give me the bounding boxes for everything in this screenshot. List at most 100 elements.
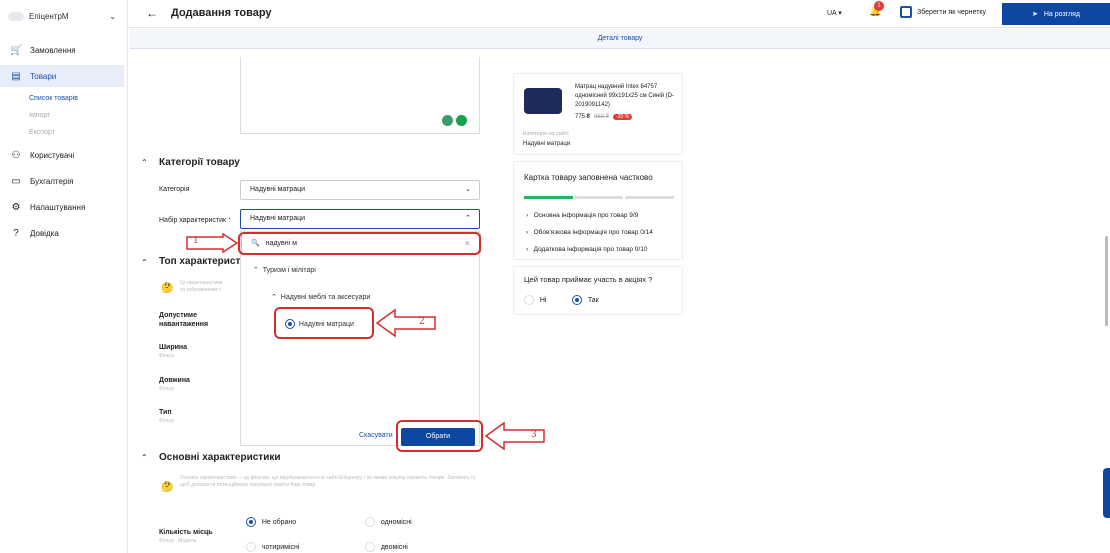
collapse-icon[interactable]: ⌃ [141, 453, 148, 462]
info-emoji-icon: 🤔 [161, 482, 174, 493]
radio-unselected[interactable] [365, 542, 375, 552]
brand-switcher[interactable]: ЕпіцентрМ ⌄ [8, 8, 128, 24]
width-label: Ширина [159, 344, 188, 351]
option-four[interactable]: чотиримісні [246, 542, 299, 552]
radio-unselected[interactable] [524, 295, 534, 305]
product-preview-card: Матрац надувний Intex 64757 одномісний 9… [513, 73, 683, 155]
sidebar-item-products[interactable]: ▤ Товари [0, 65, 124, 87]
width-hint: Фільтр [159, 353, 175, 359]
back-arrow-icon[interactable]: ← [146, 6, 158, 20]
chat-widget[interactable] [1103, 468, 1110, 518]
set-value: Надувні матраци [250, 215, 306, 222]
accordion-basic-info[interactable]: › Основна інформація про товар 9/9 [526, 212, 638, 219]
tree-node-level2[interactable]: ⌃ Надувні меблі та аксесуари [271, 293, 370, 301]
info-emoji-icon: 🤔 [161, 283, 174, 294]
sidebar-item-label: Замовлення [30, 45, 76, 55]
scrollbar-thumb[interactable] [1105, 236, 1108, 326]
load-label: Допустиме навантаження [159, 312, 209, 328]
option-label: двомісні [380, 543, 408, 551]
submit-review-button[interactable]: ➤ На розгляд [1002, 3, 1110, 25]
option-not-selected[interactable]: Не обрано [246, 517, 296, 527]
sidebar-item-label: Налаштування [30, 202, 86, 212]
radio-unselected[interactable] [365, 517, 375, 527]
promo-question: Цей товар приймає участь в акціях ? [524, 275, 653, 284]
option-single[interactable]: одномісні [365, 517, 412, 527]
site-category-label: Категорія на сайті [523, 131, 569, 137]
site-category-value: Надувні матраци [523, 141, 571, 147]
grammarly-icon[interactable] [456, 115, 467, 126]
option-label: чотиримісні [261, 543, 300, 551]
tab-product-details[interactable]: Деталі товару [130, 29, 1110, 49]
category-select[interactable]: Надувні матраци ⌄ [240, 180, 480, 200]
annotation-number-3: 3 [531, 430, 537, 440]
tree-node-level1[interactable]: ⌃ Туризм і мілітарі [253, 266, 316, 274]
page-title: Додавання товару [171, 7, 272, 19]
product-old-price: 969 ₴ [594, 114, 610, 120]
option-label: Так [587, 296, 599, 304]
sidebar: ЕпіцентрМ ⌄ 🛒 Замовлення ▤ Товари Список т… [0, 0, 128, 553]
sidebar-item-label: Користувачі [30, 150, 75, 160]
option-label: Не обрано [261, 518, 297, 526]
cancel-button[interactable]: Скасувати [359, 432, 393, 439]
description-textarea[interactable] [240, 57, 480, 134]
option-double[interactable]: двомісні [365, 542, 408, 552]
product-price-row: 775 ₴ 969 ₴ -20 % [575, 114, 633, 120]
promo-option-yes[interactable]: Так [572, 295, 599, 305]
notifications-bell-icon[interactable]: 🔔 1 [869, 1, 884, 17]
completeness-card: Картка товару заповнена частково › Основ… [513, 161, 683, 260]
annotation-box-search [238, 232, 481, 255]
accordion-extra-info[interactable]: › Додаткова інформація про товар 0/10 [526, 246, 647, 253]
collapse-icon[interactable]: ⌃ [141, 158, 148, 167]
accordion-required-info[interactable]: › Обов'язкова інформація про товар 0/14 [526, 229, 653, 236]
radio-selected[interactable] [246, 517, 256, 527]
sidebar-item-label: Довідка [30, 228, 59, 238]
characteristics-set-select[interactable]: Надувні матраци ⌃ [240, 209, 480, 229]
chevron-down-icon: ⌄ [109, 11, 116, 21]
product-price: 775 ₴ [575, 114, 591, 120]
category-label: Категорія [159, 186, 190, 193]
chevron-down-icon: ⌄ [465, 186, 471, 193]
discount-badge: -20 % [613, 114, 633, 120]
promo-option-no[interactable]: Ні [524, 295, 546, 305]
sidebar-sub-export[interactable]: Експорт [29, 129, 55, 136]
type-label: Тип [159, 409, 172, 416]
product-image [524, 88, 562, 114]
sidebar-sub-list[interactable]: Список товарів [29, 95, 78, 102]
sidebar-item-settings[interactable]: ⚙ Налаштування [0, 196, 124, 218]
section-title-basic-characteristics: Основні характеристики [159, 452, 281, 463]
sidebar-item-orders[interactable]: 🛒 Замовлення [0, 39, 124, 61]
category-value: Надувні матраци [250, 186, 306, 193]
accordion-label: Додаткова інформація про товар 0/10 [533, 246, 648, 253]
save-draft-button[interactable]: Зберегти як чернетку [900, 6, 986, 18]
language-select[interactable]: UA ▾ [827, 9, 842, 17]
sidebar-item-help[interactable]: ? Довідка [0, 222, 124, 244]
chevron-up-icon: ⌃ [465, 215, 471, 222]
tree-node-label: Надувні меблі та аксесуари [280, 294, 371, 301]
send-icon: ➤ [1031, 11, 1038, 18]
location-icon [442, 115, 453, 126]
product-name: Матрац надувний Intex 64757 одномісний 9… [575, 84, 674, 108]
cart-icon: 🛒 [10, 44, 23, 56]
sidebar-item-label: Бухгалтерія [30, 176, 74, 186]
notification-badge: 1 [874, 1, 884, 11]
option-label: Ні [539, 296, 547, 304]
collapse-icon[interactable]: ⌃ [141, 258, 148, 267]
accordion-label: Обов'язкова інформація про товар 0/14 [533, 229, 653, 236]
sidebar-sub-import[interactable]: Імпорт [29, 112, 50, 119]
section-title-categories: Категорії товару [159, 157, 240, 168]
sidebar-item-users[interactable]: ⚇ Користувачі [0, 144, 124, 166]
submit-review-label: На розгляд [1043, 10, 1081, 18]
places-label: Кількість місць [159, 529, 213, 536]
type-hint: Фільтр [159, 418, 175, 424]
accordion-label: Основна інформація про товар 9/9 [533, 212, 639, 219]
length-hint: Фільтр [159, 386, 175, 392]
help-icon: ? [13, 227, 19, 239]
sidebar-item-label: Товари [30, 71, 57, 81]
box-icon: ▤ [11, 70, 21, 82]
brand-logo [8, 11, 24, 21]
completeness-title: Картка товару заповнена частково [524, 173, 653, 182]
radio-selected[interactable] [572, 295, 582, 305]
radio-unselected[interactable] [246, 542, 256, 552]
sidebar-item-accounting[interactable]: ▭ Бухгалтерія [0, 170, 124, 192]
places-hint: Фільтр , Модель [159, 538, 197, 544]
